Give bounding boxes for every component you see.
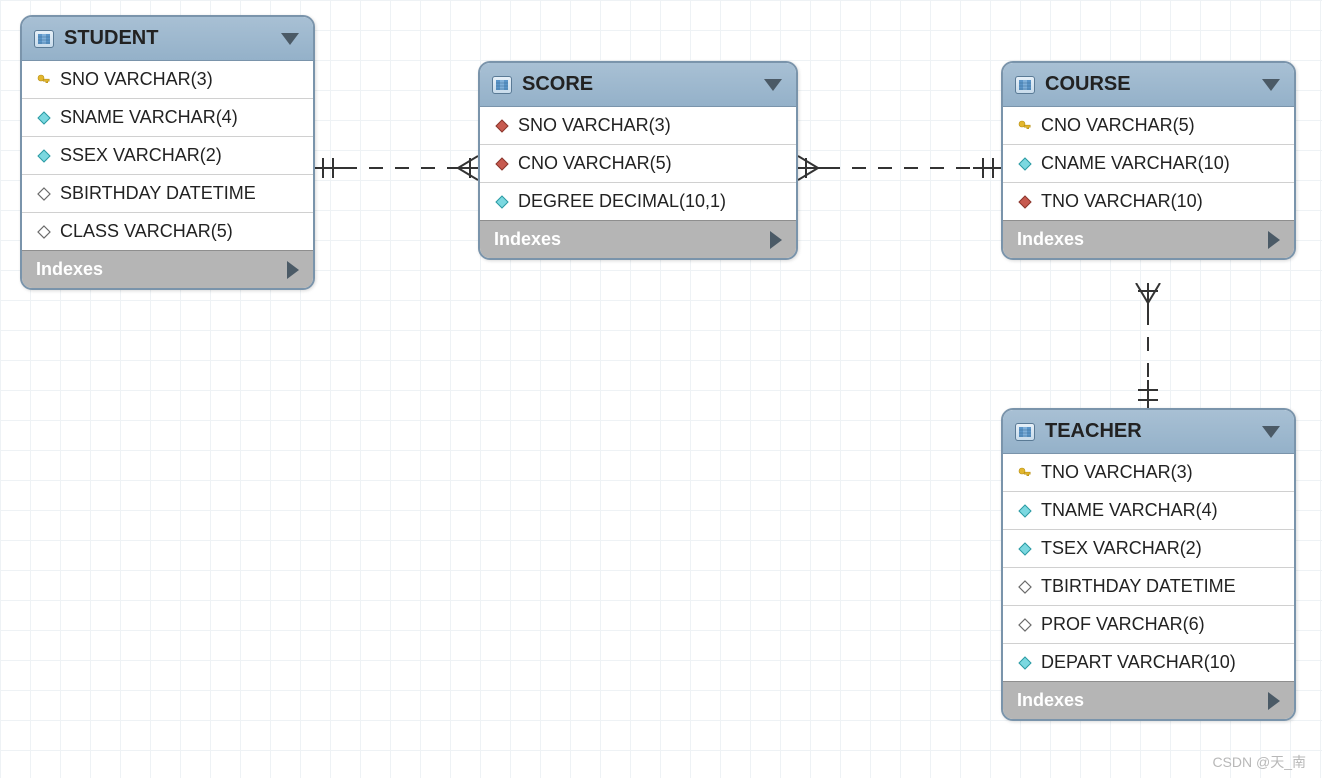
column-label: SNO VARCHAR(3) bbox=[518, 115, 671, 136]
entity-header-student[interactable]: STUDENT bbox=[22, 17, 313, 61]
entity-score[interactable]: SCORE SNO VARCHAR(3) CNO VARCHAR(5) DEGREE … bbox=[478, 61, 798, 260]
column-label: CNO VARCHAR(5) bbox=[1041, 115, 1195, 136]
diamond-cyan-icon bbox=[1017, 655, 1033, 671]
column-label: CLASS VARCHAR(5) bbox=[60, 221, 233, 242]
column-label: SNAME VARCHAR(4) bbox=[60, 107, 238, 128]
indexes-label: Indexes bbox=[494, 229, 561, 250]
column-row[interactable]: CNO VARCHAR(5) bbox=[1003, 107, 1294, 145]
diamond-hollow-icon bbox=[36, 224, 52, 240]
entity-title: STUDENT bbox=[64, 27, 271, 50]
column-row[interactable]: SSEX VARCHAR(2) bbox=[22, 137, 313, 175]
column-row[interactable]: TBIRTHDAY DATETIME bbox=[1003, 568, 1294, 606]
column-row[interactable]: TNAME VARCHAR(4) bbox=[1003, 492, 1294, 530]
column-label: TBIRTHDAY DATETIME bbox=[1041, 576, 1236, 597]
diamond-red-icon bbox=[494, 156, 510, 172]
column-row[interactable]: PROF VARCHAR(6) bbox=[1003, 606, 1294, 644]
column-row[interactable]: CLASS VARCHAR(5) bbox=[22, 213, 313, 250]
column-label: TNAME VARCHAR(4) bbox=[1041, 500, 1218, 521]
column-row[interactable]: DEPART VARCHAR(10) bbox=[1003, 644, 1294, 681]
diamond-hollow-icon bbox=[1017, 617, 1033, 633]
collapse-caret-icon[interactable] bbox=[764, 79, 782, 91]
entity-title: SCORE bbox=[522, 73, 754, 96]
diamond-cyan-icon bbox=[36, 148, 52, 164]
table-icon bbox=[492, 76, 512, 94]
entity-course[interactable]: COURSE CNO VARCHAR(5) CNAME VARCHAR(10) TNO… bbox=[1001, 61, 1296, 260]
watermark-text: CSDN @天_南 bbox=[1212, 752, 1306, 772]
entity-student[interactable]: STUDENT SNO VARCHAR(3) SNAME VARCHAR(4) SSE… bbox=[20, 15, 315, 290]
expand-caret-icon[interactable] bbox=[1268, 692, 1280, 710]
collapse-caret-icon[interactable] bbox=[1262, 79, 1280, 91]
column-list: TNO VARCHAR(3) TNAME VARCHAR(4) TSEX VARCH… bbox=[1003, 454, 1294, 681]
table-icon bbox=[1015, 423, 1035, 441]
entity-header-score[interactable]: SCORE bbox=[480, 63, 796, 107]
indexes-label: Indexes bbox=[1017, 690, 1084, 711]
expand-caret-icon[interactable] bbox=[1268, 231, 1280, 249]
column-label: CNO VARCHAR(5) bbox=[518, 153, 672, 174]
key-icon bbox=[1017, 118, 1033, 134]
expand-caret-icon[interactable] bbox=[287, 261, 299, 279]
column-label: TSEX VARCHAR(2) bbox=[1041, 538, 1202, 559]
collapse-caret-icon[interactable] bbox=[1262, 426, 1280, 438]
diamond-red-icon bbox=[494, 118, 510, 134]
entity-teacher[interactable]: TEACHER TNO VARCHAR(3) TNAME VARCHAR(4) TSE… bbox=[1001, 408, 1296, 721]
column-row[interactable]: SBIRTHDAY DATETIME bbox=[22, 175, 313, 213]
entity-title: TEACHER bbox=[1045, 420, 1252, 443]
diamond-cyan-icon bbox=[494, 194, 510, 210]
column-label: PROF VARCHAR(6) bbox=[1041, 614, 1205, 635]
column-label: SSEX VARCHAR(2) bbox=[60, 145, 222, 166]
column-row[interactable]: DEGREE DECIMAL(10,1) bbox=[480, 183, 796, 220]
indexes-section[interactable]: Indexes bbox=[480, 220, 796, 258]
column-row[interactable]: TNO VARCHAR(10) bbox=[1003, 183, 1294, 220]
entity-title: COURSE bbox=[1045, 73, 1252, 96]
column-row[interactable]: SNO VARCHAR(3) bbox=[22, 61, 313, 99]
column-label: TNO VARCHAR(3) bbox=[1041, 462, 1193, 483]
expand-caret-icon[interactable] bbox=[770, 231, 782, 249]
table-icon bbox=[1015, 76, 1035, 94]
column-row[interactable]: CNO VARCHAR(5) bbox=[480, 145, 796, 183]
column-label: CNAME VARCHAR(10) bbox=[1041, 153, 1230, 174]
column-label: SBIRTHDAY DATETIME bbox=[60, 183, 256, 204]
diamond-cyan-icon bbox=[1017, 503, 1033, 519]
entity-header-course[interactable]: COURSE bbox=[1003, 63, 1294, 107]
column-label: DEGREE DECIMAL(10,1) bbox=[518, 191, 726, 212]
table-icon bbox=[34, 30, 54, 48]
entity-header-teacher[interactable]: TEACHER bbox=[1003, 410, 1294, 454]
column-row[interactable]: TSEX VARCHAR(2) bbox=[1003, 530, 1294, 568]
column-label: SNO VARCHAR(3) bbox=[60, 69, 213, 90]
indexes-section[interactable]: Indexes bbox=[1003, 681, 1294, 719]
column-row[interactable]: CNAME VARCHAR(10) bbox=[1003, 145, 1294, 183]
column-list: CNO VARCHAR(5) CNAME VARCHAR(10) TNO VARCH… bbox=[1003, 107, 1294, 220]
indexes-section[interactable]: Indexes bbox=[22, 250, 313, 288]
diamond-red-icon bbox=[1017, 194, 1033, 210]
indexes-label: Indexes bbox=[1017, 229, 1084, 250]
diamond-cyan-icon bbox=[36, 110, 52, 126]
column-row[interactable]: SNO VARCHAR(3) bbox=[480, 107, 796, 145]
indexes-label: Indexes bbox=[36, 259, 103, 280]
column-label: DEPART VARCHAR(10) bbox=[1041, 652, 1236, 673]
column-row[interactable]: TNO VARCHAR(3) bbox=[1003, 454, 1294, 492]
column-row[interactable]: SNAME VARCHAR(4) bbox=[22, 99, 313, 137]
column-list: SNO VARCHAR(3) SNAME VARCHAR(4) SSEX VARCH… bbox=[22, 61, 313, 250]
key-icon bbox=[36, 72, 52, 88]
diamond-hollow-icon bbox=[1017, 579, 1033, 595]
diamond-cyan-icon bbox=[1017, 156, 1033, 172]
indexes-section[interactable]: Indexes bbox=[1003, 220, 1294, 258]
column-list: SNO VARCHAR(3) CNO VARCHAR(5) DEGREE DECIM… bbox=[480, 107, 796, 220]
diamond-cyan-icon bbox=[1017, 541, 1033, 557]
column-label: TNO VARCHAR(10) bbox=[1041, 191, 1203, 212]
diamond-hollow-icon bbox=[36, 186, 52, 202]
collapse-caret-icon[interactable] bbox=[281, 33, 299, 45]
key-icon bbox=[1017, 465, 1033, 481]
